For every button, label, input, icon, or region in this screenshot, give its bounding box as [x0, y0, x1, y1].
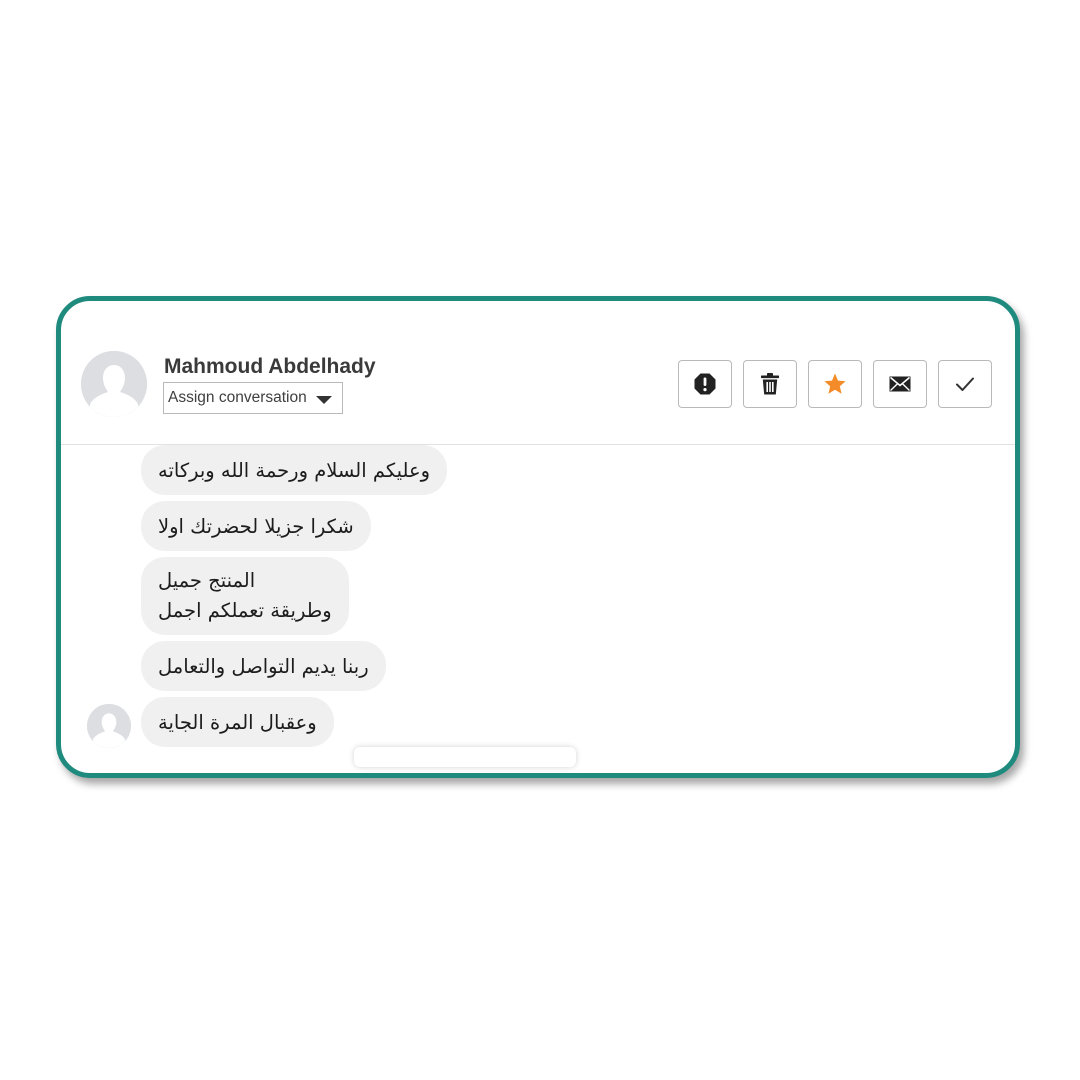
- message-line: وطريقة تعملكم اجمل: [158, 599, 332, 622]
- contact-avatar[interactable]: [81, 351, 147, 417]
- default-avatar-icon: [87, 704, 131, 748]
- contact-name: Mahmoud Abdelhady: [164, 355, 376, 378]
- chevron-down-icon: [315, 395, 332, 404]
- mark-unread-button[interactable]: [873, 360, 927, 408]
- message-bubble[interactable]: ربنا يديم التواصل والتعامل: [141, 641, 386, 691]
- default-avatar-icon: [81, 351, 147, 417]
- partially-visible-card: [354, 747, 576, 767]
- mark-done-button[interactable]: [938, 360, 992, 408]
- message-bubble[interactable]: شكرا جزيلا لحضرتك اولا: [141, 501, 371, 551]
- star-button[interactable]: [808, 360, 862, 408]
- spam-button[interactable]: [678, 360, 732, 408]
- check-icon: [956, 377, 974, 391]
- sender-avatar: [87, 704, 131, 748]
- assign-conversation-dropdown[interactable]: Assign conversation: [163, 382, 343, 414]
- assign-conversation-label: Assign conversation: [168, 389, 307, 406]
- conversation-card: Mahmoud Abdelhady Assign conversation وع…: [56, 296, 1020, 778]
- star-icon: [824, 373, 846, 394]
- delete-button[interactable]: [743, 360, 797, 408]
- message-line: المنتج جميل: [158, 569, 256, 592]
- message-bubble[interactable]: وعقبال المرة الجاية: [141, 697, 334, 747]
- message-bubble[interactable]: وعليكم السلام ورحمة الله وبركاته: [141, 445, 447, 495]
- exclamation-octagon-icon: [694, 373, 716, 395]
- trash-icon: [761, 373, 779, 395]
- envelope-icon: [889, 376, 911, 392]
- message-bubble[interactable]: المنتج جميل وطريقة تعملكم اجمل: [141, 557, 349, 635]
- message-list[interactable]: وعليكم السلام ورحمة الله وبركاته شكرا جز…: [61, 445, 1015, 767]
- conversation-header: Mahmoud Abdelhady Assign conversation: [61, 301, 1015, 445]
- conversation-actions: [678, 360, 992, 408]
